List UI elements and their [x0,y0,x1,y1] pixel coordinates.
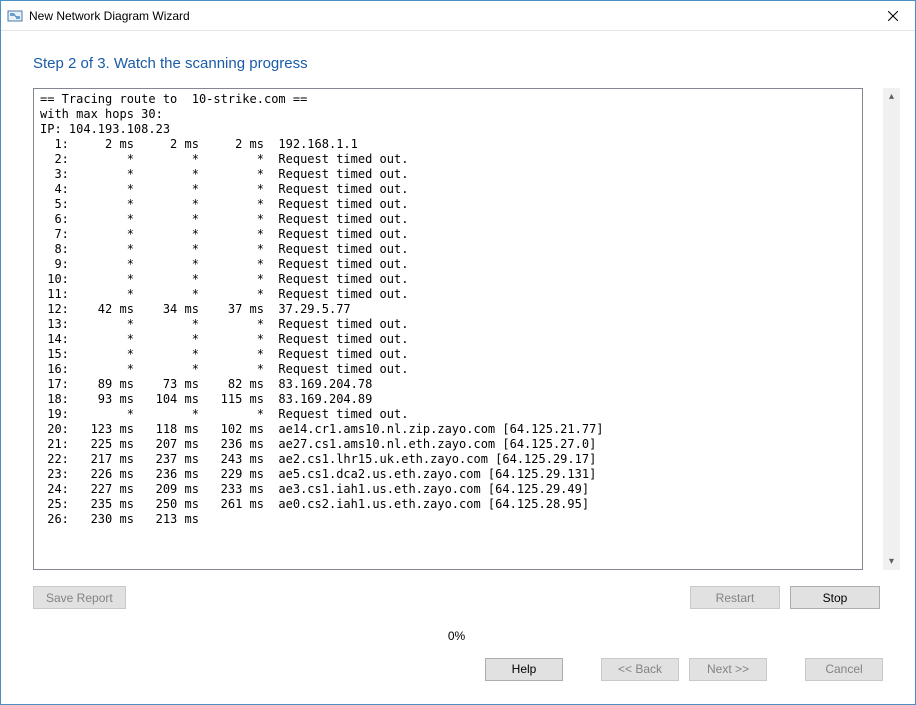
save-report-button: Save Report [33,586,126,609]
scroll-down-icon[interactable]: ▾ [883,553,900,570]
restart-button: Restart [690,586,780,609]
wizard-footer: Help << Back Next >> Cancel [1,648,915,704]
scrollbar[interactable]: ▴ ▾ [883,88,900,570]
scan-output: == Tracing route to 10-strike.com == wit… [33,88,863,570]
app-icon [7,8,23,24]
close-icon [888,11,898,21]
progress-text: 0% [33,629,880,643]
output-wrap: == Tracing route to 10-strike.com == wit… [33,88,883,570]
wizard-window: New Network Diagram Wizard Step 2 of 3. … [0,0,916,705]
stop-button[interactable]: Stop [790,586,880,609]
window-title: New Network Diagram Wizard [29,9,870,23]
help-button[interactable]: Help [485,658,563,681]
next-button: Next >> [689,658,767,681]
scroll-up-icon[interactable]: ▴ [883,88,900,105]
close-button[interactable] [870,1,915,30]
back-button: << Back [601,658,679,681]
content-area: Step 2 of 3. Watch the scanning progress… [1,31,915,648]
titlebar: New Network Diagram Wizard [1,1,915,31]
action-row: Save Report Restart Stop [33,586,880,609]
step-heading: Step 2 of 3. Watch the scanning progress [33,55,883,72]
cancel-button: Cancel [805,658,883,681]
